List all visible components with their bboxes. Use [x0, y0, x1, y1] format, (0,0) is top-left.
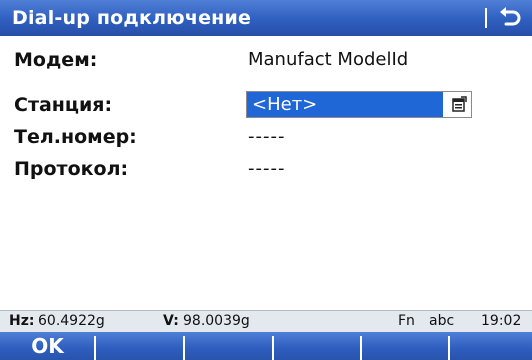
station-label: Станция:: [14, 94, 113, 116]
protocol-label: Протокол:: [14, 158, 129, 180]
softkey-f5[interactable]: [362, 332, 449, 360]
fn-indicator: Fn: [398, 313, 415, 329]
clock: 19:02: [481, 313, 522, 329]
modem-value: Manufact ModelId: [248, 49, 409, 70]
modem-label: Модем:: [14, 49, 98, 71]
ok-button[interactable]: OK: [0, 332, 95, 360]
title-bar: Dial-up подключение: [0, 0, 532, 36]
softkey-f3[interactable]: [185, 332, 273, 360]
v-label: V:: [163, 313, 179, 329]
softkey-f4[interactable]: [274, 332, 361, 360]
protocol-value: -----: [248, 158, 286, 179]
v-value: 98.0039g: [183, 313, 250, 329]
phone-label: Тел.номер:: [14, 126, 137, 148]
station-selected-value[interactable]: <Нет>: [247, 92, 443, 117]
input-mode-indicator: abc: [429, 313, 455, 329]
screen: Dial-up подключение Модем: Manufact Mode…: [0, 0, 532, 360]
window-title: Dial-up подключение: [12, 7, 252, 29]
dropdown-list-icon[interactable]: [452, 96, 467, 112]
status-bar: Hz: 60.4922g V: 98.0039g Fn abc 19:02: [0, 310, 532, 332]
title-separator: [485, 8, 487, 28]
station-selector[interactable]: <Нет>: [246, 91, 472, 118]
back-arrow-icon[interactable]: [497, 6, 523, 30]
softkey-f2[interactable]: [96, 332, 184, 360]
hz-label: Hz:: [9, 313, 35, 329]
softkey-f6[interactable]: [450, 332, 532, 360]
phone-value: -----: [248, 126, 286, 147]
hz-value: 60.4922g: [38, 313, 105, 329]
softkey-bar: OK: [0, 332, 532, 360]
